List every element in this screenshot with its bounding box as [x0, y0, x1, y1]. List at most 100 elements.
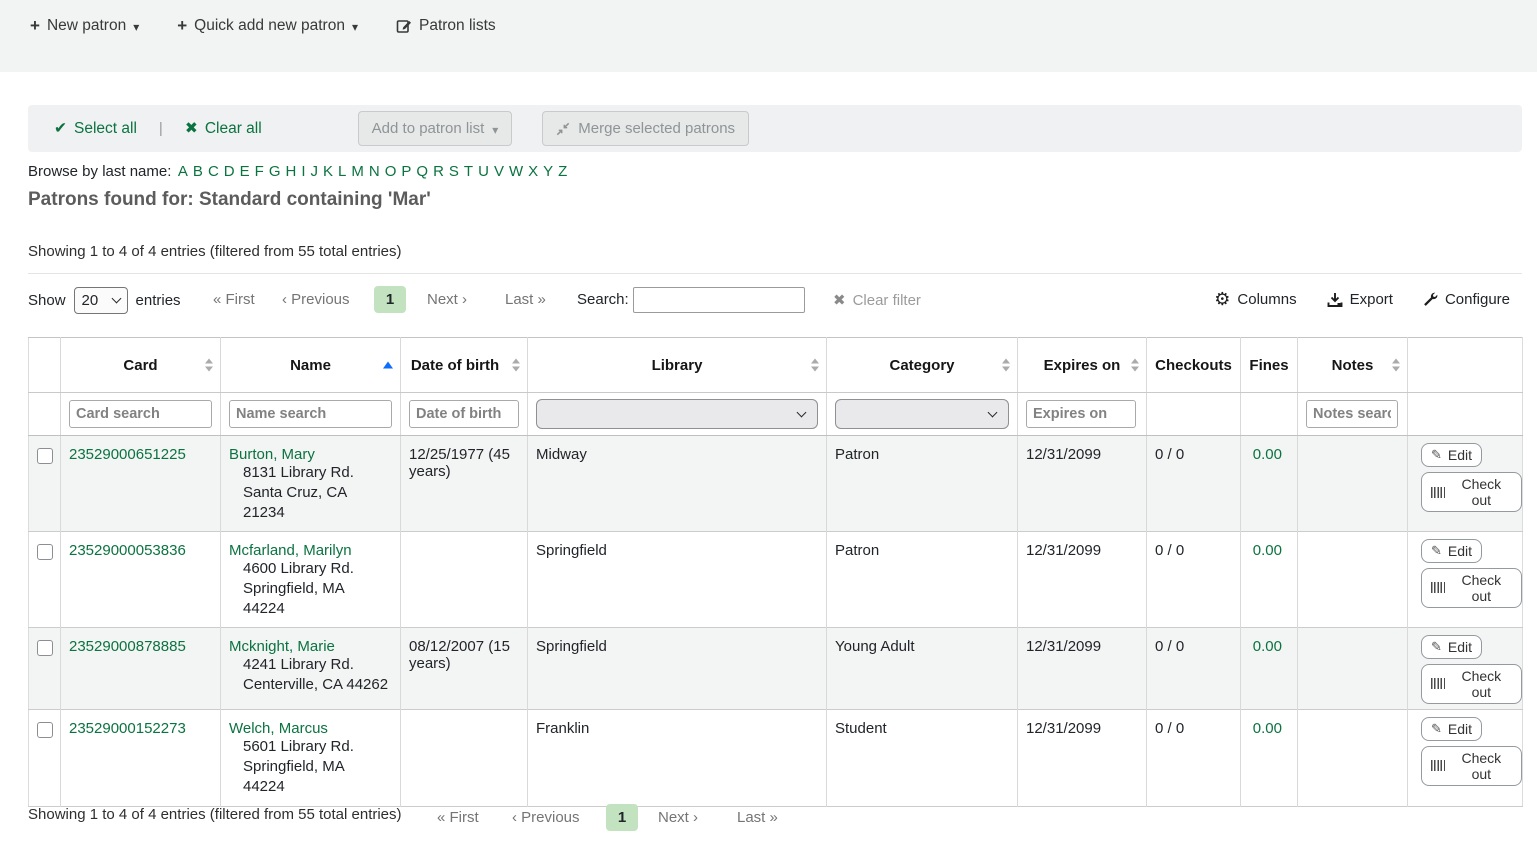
header-date-of-birth[interactable]: Date of birth — [401, 338, 528, 393]
letter-link[interactable]: G — [266, 163, 283, 180]
sort-icon — [1392, 359, 1400, 372]
divider: | — [159, 120, 163, 137]
card-number-link[interactable]: 23529000152273 — [69, 720, 186, 737]
pagination-last[interactable]: Last » — [737, 809, 778, 826]
letter-link[interactable]: Z — [556, 163, 570, 180]
header-card[interactable]: Card — [61, 338, 221, 393]
selection-toolbar: ✔ Select all | ✖ Clear all Add to patron… — [28, 105, 1522, 152]
check-out-button[interactable]: Check out — [1421, 472, 1522, 512]
pagination-page-1[interactable]: 1 — [374, 286, 406, 313]
letter-link[interactable]: E — [237, 163, 252, 180]
columns-button[interactable]: ⚙ Columns — [1214, 289, 1296, 310]
row-checkbox[interactable] — [37, 640, 53, 656]
x-icon: ✖ — [833, 291, 846, 309]
letter-link[interactable]: V — [491, 163, 506, 180]
check-out-button[interactable]: Check out — [1421, 664, 1522, 704]
pagination-page-1[interactable]: 1 — [606, 804, 638, 831]
letter-link[interactable]: L — [336, 163, 349, 180]
search-input[interactable] — [633, 287, 805, 313]
pagination-last[interactable]: Last » — [505, 291, 546, 308]
library-filter-select[interactable] — [536, 399, 818, 429]
patron-name-link[interactable]: Welch, Marcus — [229, 720, 328, 737]
quick-add-label: Quick add new patron — [194, 17, 345, 35]
name-filter-input[interactable] — [229, 400, 392, 428]
letter-link[interactable]: D — [221, 163, 237, 180]
checkouts-cell: 0 / 0 — [1147, 709, 1241, 806]
letter-link[interactable]: C — [205, 163, 221, 180]
header-name[interactable]: Name — [221, 338, 401, 393]
expires-cell: 12/31/2099 — [1018, 627, 1147, 709]
letter-link[interactable]: Q — [414, 163, 431, 180]
fines-cell: 0.00 — [1241, 531, 1298, 627]
check-out-button[interactable]: Check out — [1421, 746, 1522, 786]
letter-link[interactable]: O — [382, 163, 399, 180]
pagination-previous[interactable]: ‹ Previous — [512, 809, 580, 826]
configure-button[interactable]: Configure — [1423, 291, 1510, 308]
letter-link[interactable]: H — [283, 163, 299, 180]
check-out-button[interactable]: Check out — [1421, 568, 1522, 608]
header-checkouts: Checkouts — [1147, 338, 1241, 393]
letter-link[interactable]: I — [299, 163, 308, 180]
row-checkbox[interactable] — [37, 722, 53, 738]
select-all-button[interactable]: ✔ Select all — [54, 119, 137, 138]
letter-link[interactable]: T — [461, 163, 475, 180]
notes-filter-input[interactable] — [1306, 400, 1398, 428]
barcode-icon — [1431, 487, 1445, 498]
letter-link[interactable]: A — [175, 163, 190, 180]
letter-link[interactable]: K — [321, 163, 336, 180]
new-patron-button[interactable]: + New patron ▾ — [30, 16, 139, 36]
letter-link[interactable]: P — [399, 163, 414, 180]
category-filter-select[interactable] — [835, 399, 1009, 429]
card-number-link[interactable]: 23529000053836 — [69, 542, 186, 559]
dob-filter-input[interactable] — [409, 400, 519, 428]
letter-link[interactable]: X — [526, 163, 541, 180]
patron-name-link[interactable]: Mcfarland, Marilyn — [229, 542, 352, 559]
header-library[interactable]: Library — [528, 338, 827, 393]
pagination-next[interactable]: Next › — [427, 291, 467, 308]
pagination-next[interactable]: Next › — [658, 809, 698, 826]
edit-button[interactable]: ✎Edit — [1421, 539, 1482, 563]
letter-link[interactable]: J — [308, 163, 321, 180]
card-number-link[interactable]: 23529000651225 — [69, 446, 186, 463]
expires-filter-input[interactable] — [1026, 400, 1136, 428]
merge-selected-patrons-button[interactable]: Merge selected patrons — [542, 111, 749, 146]
letter-link[interactable]: B — [190, 163, 205, 180]
edit-button[interactable]: ✎Edit — [1421, 635, 1482, 659]
card-filter-input[interactable] — [69, 400, 212, 428]
card-number-link[interactable]: 23529000878885 — [69, 638, 186, 655]
edit-button[interactable]: ✎Edit — [1421, 443, 1482, 467]
clear-all-button[interactable]: ✖ Clear all — [185, 119, 262, 138]
quick-add-new-patron-button[interactable]: + Quick add new patron ▾ — [177, 16, 358, 36]
letter-link[interactable]: Y — [541, 163, 556, 180]
letter-link[interactable]: N — [366, 163, 382, 180]
page-size-select[interactable]: 20 — [74, 287, 128, 314]
row-checkbox[interactable] — [37, 544, 53, 560]
pagination-first[interactable]: « First — [213, 291, 255, 308]
export-button[interactable]: Export — [1327, 291, 1393, 308]
patron-lists-button[interactable]: Patron lists — [396, 17, 496, 35]
pencil-icon: ✎ — [1431, 543, 1442, 559]
header-expires-on[interactable]: Expires on — [1018, 338, 1147, 393]
letter-link[interactable]: W — [506, 163, 525, 180]
edit-button[interactable]: ✎Edit — [1421, 717, 1482, 741]
letter-link[interactable]: M — [349, 163, 367, 180]
divider-line — [28, 273, 1522, 274]
letter-link[interactable]: S — [446, 163, 461, 180]
header-notes[interactable]: Notes — [1298, 338, 1408, 393]
pencil-icon: ✎ — [1431, 721, 1442, 737]
pagination-previous[interactable]: ‹ Previous — [282, 291, 350, 308]
letter-link[interactable]: F — [252, 163, 266, 180]
row-checkbox[interactable] — [37, 448, 53, 464]
clear-filter-button[interactable]: ✖ Clear filter — [833, 291, 921, 309]
fines-cell: 0.00 — [1241, 627, 1298, 709]
table-row: 23529000053836 Mcfarland, Marilyn 4600 L… — [29, 531, 1523, 627]
add-to-patron-list-button[interactable]: Add to patron list ▾ — [358, 111, 513, 146]
letter-link[interactable]: U — [476, 163, 492, 180]
header-category[interactable]: Category — [827, 338, 1018, 393]
patron-name-link[interactable]: Mcknight, Marie — [229, 638, 335, 655]
patron-name-link[interactable]: Burton, Mary — [229, 446, 315, 463]
barcode-icon — [1431, 760, 1445, 771]
dob-cell — [401, 709, 528, 806]
pagination-first[interactable]: « First — [437, 809, 479, 826]
letter-link[interactable]: R — [431, 163, 447, 180]
